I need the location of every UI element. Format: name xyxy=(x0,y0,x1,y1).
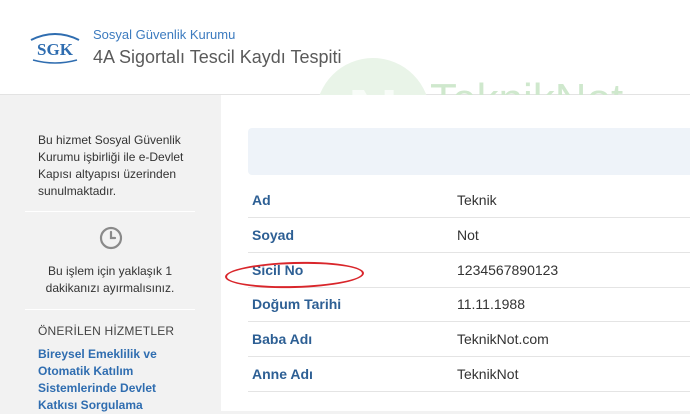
page-title: 4A Sigortalı Tescil Kaydı Tespiti xyxy=(93,47,342,67)
sgk-logo-icon[interactable]: SGK xyxy=(27,30,83,64)
recommended-service-link[interactable]: Bireysel Emeklilik ve Otomatik Katılım S… xyxy=(38,346,188,414)
main-content: Ad Teknik Soyad Not Sicil No 12345678901… xyxy=(221,95,690,411)
sidebar: Bu hizmet Sosyal Güvenlik Kurumu işbirli… xyxy=(0,95,220,414)
detail-row-soyad: Soyad Not xyxy=(248,218,690,253)
logo-text: SGK xyxy=(37,40,74,59)
recommended-services-heading: ÖNERİLEN HİZMETLER xyxy=(38,324,175,338)
detail-value: 1234567890123 xyxy=(457,262,559,278)
detail-value: TeknikNot.com xyxy=(457,331,549,347)
detail-label: Doğum Tarihi xyxy=(252,296,342,312)
detail-label: Soyad xyxy=(252,227,295,243)
service-info-text: Bu hizmet Sosyal Güvenlik Kurumu işbirli… xyxy=(38,133,184,198)
detail-label: Ad xyxy=(252,192,271,208)
info-banner xyxy=(248,128,690,175)
detail-value: TeknikNot xyxy=(457,366,519,382)
detail-row-baba-adi: Baba Adı TeknikNot.com xyxy=(248,322,690,357)
page-header: SGK Sosyal Güvenlik Kurumu 4A Sigortalı … xyxy=(0,0,690,95)
detail-value: Not xyxy=(457,227,479,243)
detail-value: Teknik xyxy=(457,192,497,208)
detail-row-ad: Ad Teknik xyxy=(248,183,690,218)
clock-icon xyxy=(99,226,123,250)
sidebar-divider xyxy=(25,211,195,212)
detail-row-dogum-tarihi: Doğum Tarihi 11.11.1988 xyxy=(248,287,690,322)
sidebar-divider xyxy=(25,309,195,310)
detail-label: Baba Adı xyxy=(252,331,313,347)
detail-value: 11.11.1988 xyxy=(457,296,525,312)
detail-label: Anne Adı xyxy=(252,366,313,382)
detail-row-anne-adi: Anne Adı TeknikNot xyxy=(248,357,690,392)
estimated-time-text: Bu işlem için yaklaşık 1 dakikanızı ayır… xyxy=(45,264,175,295)
organization-name: Sosyal Güvenlik Kurumu xyxy=(93,27,236,42)
